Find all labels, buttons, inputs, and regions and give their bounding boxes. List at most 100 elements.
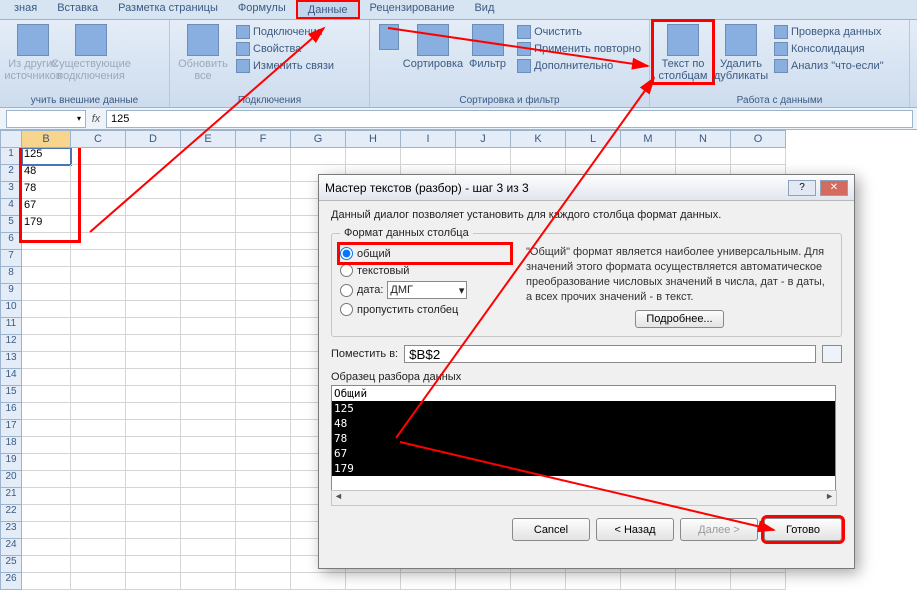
- cell[interactable]: [236, 403, 291, 420]
- radio-skip-input[interactable]: [340, 303, 353, 316]
- col-header-O[interactable]: O: [731, 130, 786, 148]
- cell[interactable]: [511, 573, 566, 590]
- cell[interactable]: [236, 488, 291, 505]
- cell[interactable]: [22, 539, 71, 556]
- cell[interactable]: [181, 420, 236, 437]
- btn-connections[interactable]: Подключения: [232, 24, 338, 40]
- cell[interactable]: [236, 437, 291, 454]
- row-header[interactable]: 23: [0, 522, 22, 539]
- cell[interactable]: [236, 505, 291, 522]
- cell[interactable]: [71, 471, 126, 488]
- row-header[interactable]: 22: [0, 505, 22, 522]
- col-header-H[interactable]: H: [346, 130, 401, 148]
- cell[interactable]: [181, 318, 236, 335]
- cell[interactable]: [181, 437, 236, 454]
- cell[interactable]: [236, 216, 291, 233]
- cell[interactable]: [71, 267, 126, 284]
- cell[interactable]: [676, 148, 731, 165]
- btn-remove-duplicates[interactable]: Удалить дубликаты: [712, 22, 770, 82]
- cell[interactable]: [126, 403, 181, 420]
- btn-sort-asc[interactable]: [374, 22, 404, 52]
- cell[interactable]: [236, 573, 291, 590]
- cell[interactable]: [126, 539, 181, 556]
- tab-review[interactable]: Рецензирование: [360, 0, 465, 19]
- btn-reapply[interactable]: Применить повторно: [513, 41, 645, 57]
- col-header-I[interactable]: I: [401, 130, 456, 148]
- cell[interactable]: [236, 386, 291, 403]
- btn-clear[interactable]: Очистить: [513, 24, 645, 40]
- col-header-L[interactable]: L: [566, 130, 621, 148]
- cell[interactable]: 125: [22, 148, 71, 165]
- cell[interactable]: [71, 165, 126, 182]
- cell[interactable]: [71, 403, 126, 420]
- cell[interactable]: [126, 420, 181, 437]
- row-header[interactable]: 2: [0, 165, 22, 182]
- cell[interactable]: [22, 335, 71, 352]
- cell[interactable]: 78: [22, 182, 71, 199]
- cell[interactable]: [181, 233, 236, 250]
- row-header[interactable]: 25: [0, 556, 22, 573]
- date-format-select[interactable]: ДМГ▾: [387, 281, 467, 299]
- cell[interactable]: [236, 267, 291, 284]
- cell[interactable]: [181, 522, 236, 539]
- col-header-D[interactable]: D: [126, 130, 181, 148]
- btn-consolidate[interactable]: Консолидация: [770, 41, 888, 57]
- cell[interactable]: [236, 352, 291, 369]
- chevron-down-icon[interactable]: ▾: [77, 114, 81, 123]
- row-header[interactable]: 18: [0, 437, 22, 454]
- row-header[interactable]: 20: [0, 471, 22, 488]
- cell[interactable]: [126, 267, 181, 284]
- cell[interactable]: [126, 471, 181, 488]
- tab-insert[interactable]: Вставка: [47, 0, 108, 19]
- row-header[interactable]: 11: [0, 318, 22, 335]
- cell[interactable]: [181, 505, 236, 522]
- cell[interactable]: [22, 284, 71, 301]
- cell[interactable]: [236, 233, 291, 250]
- btn-whatif[interactable]: Анализ "что-если": [770, 58, 888, 74]
- col-header-F[interactable]: F: [236, 130, 291, 148]
- cell[interactable]: [401, 573, 456, 590]
- cell[interactable]: [181, 454, 236, 471]
- cell[interactable]: [22, 488, 71, 505]
- cell[interactable]: [71, 216, 126, 233]
- row-header[interactable]: 7: [0, 250, 22, 267]
- cell[interactable]: [621, 573, 676, 590]
- col-header-C[interactable]: C: [71, 130, 126, 148]
- cell[interactable]: [236, 318, 291, 335]
- cell[interactable]: [126, 216, 181, 233]
- btn-existing-conn[interactable]: Существующие подключения: [62, 22, 120, 82]
- cell[interactable]: [71, 522, 126, 539]
- row-header[interactable]: 12: [0, 335, 22, 352]
- cell[interactable]: [22, 386, 71, 403]
- cell[interactable]: [71, 369, 126, 386]
- close-button[interactable]: ✕: [820, 180, 848, 196]
- formula-input[interactable]: 125: [106, 110, 913, 128]
- row-header[interactable]: 5: [0, 216, 22, 233]
- row-header[interactable]: 16: [0, 403, 22, 420]
- cell[interactable]: [126, 454, 181, 471]
- cell[interactable]: [22, 420, 71, 437]
- dialog-titlebar[interactable]: Мастер текстов (разбор) - шаг 3 из 3 ? ✕: [319, 175, 854, 201]
- cell[interactable]: [71, 335, 126, 352]
- row-header[interactable]: 14: [0, 369, 22, 386]
- cell[interactable]: [22, 573, 71, 590]
- cell[interactable]: [71, 182, 126, 199]
- cell[interactable]: [676, 573, 731, 590]
- col-header-M[interactable]: M: [621, 130, 676, 148]
- radio-date[interactable]: дата: ДМГ▾: [340, 279, 510, 301]
- btn-finish[interactable]: Готово: [764, 518, 842, 541]
- col-header-K[interactable]: K: [511, 130, 566, 148]
- cell[interactable]: [22, 250, 71, 267]
- tab-formulas[interactable]: Формулы: [228, 0, 296, 19]
- tab-view[interactable]: Вид: [464, 0, 504, 19]
- range-picker-icon[interactable]: [822, 345, 842, 363]
- col-header-B[interactable]: B: [22, 130, 71, 148]
- cell[interactable]: [291, 148, 346, 165]
- cell[interactable]: [181, 284, 236, 301]
- cell[interactable]: [236, 454, 291, 471]
- radio-date-input[interactable]: [340, 284, 353, 297]
- cell[interactable]: [181, 216, 236, 233]
- cell[interactable]: [22, 233, 71, 250]
- radio-text-input[interactable]: [340, 264, 353, 277]
- cell[interactable]: [126, 369, 181, 386]
